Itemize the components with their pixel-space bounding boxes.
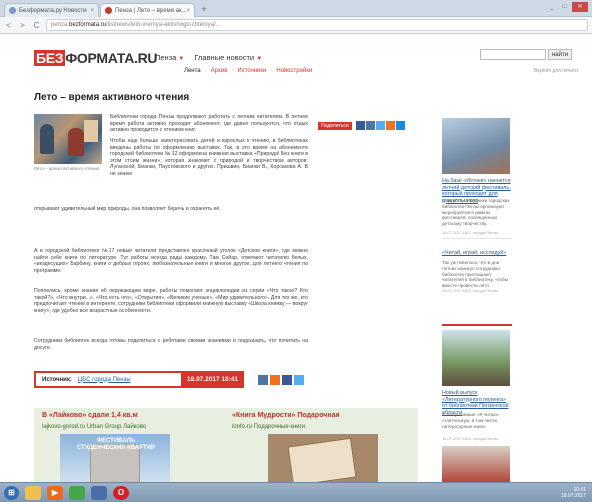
odnoklassniki-icon[interactable]	[385, 121, 395, 130]
logo-be: БЕЗ	[34, 50, 66, 66]
facebook-icon[interactable]	[355, 121, 365, 130]
article-photo[interactable]	[34, 114, 102, 164]
minimize-button[interactable]: _	[546, 2, 557, 12]
ad-banner-text: ФЕСТИВАЛЬ СТУДЕНЧЕСКИХ КВАРТИР	[76, 438, 155, 451]
sidebar-news-date: 18.07.2017 ЦБС города Пензы	[442, 230, 499, 235]
ad-subtitle[interactable]: lajkovo-gorod.ru Urban Group Лайково	[42, 424, 146, 430]
sidebar-news-date: 18.07.2017 ЦБС города Пензы	[442, 436, 499, 441]
favicon-icon	[105, 7, 112, 14]
reload-button[interactable]: C	[32, 21, 41, 30]
twitter-icon[interactable]	[375, 121, 385, 130]
url-field[interactable]: penza.bezformata.ru/listnews/leto-vremya…	[46, 19, 588, 31]
site-logo[interactable]: БЕЗ ФОРМАТА.RU	[34, 50, 158, 66]
article-paragraph: Чтобы еще больше заинтересовать детей и …	[110, 138, 308, 177]
url-domain: bezformata.ru	[69, 22, 107, 28]
city-label: Пенза	[155, 53, 177, 62]
news-thumbnail[interactable]	[442, 446, 510, 482]
mailru-icon[interactable]	[395, 121, 405, 130]
article-paragraph: Библиотеки города Пензы продолжают работ…	[110, 114, 308, 134]
share-bar: Поделиться	[318, 121, 405, 130]
chrome-icon[interactable]	[69, 485, 85, 500]
city-selector[interactable]: Пенза ▼	[155, 53, 184, 62]
url-prefix: penza.	[51, 22, 70, 28]
dropdown-icon: ▼	[256, 56, 263, 62]
sidebar-news-link[interactable]: «Читай, играй, исследуй»	[442, 250, 512, 257]
divider	[442, 238, 512, 239]
tab-close-icon[interactable]: ×	[90, 8, 94, 14]
tab-strip: Безформата.ру Новости × Пенза | Лето – в…	[0, 0, 592, 17]
forward-button[interactable]: >	[18, 21, 27, 30]
media-player-icon[interactable]: ▶	[47, 485, 63, 500]
news-thumbnail[interactable]	[442, 118, 510, 174]
tray-date: 18.07.2017	[560, 493, 586, 499]
main-news-menu[interactable]: Главные новости ▼	[194, 53, 262, 62]
tab-title: Пенза | Лето – время ак...	[115, 7, 187, 14]
source-label: Источник:	[42, 376, 72, 383]
subnav-sep: ·	[231, 68, 234, 74]
ad-subtitle[interactable]: lonfo.ru Подарочные книги	[232, 424, 305, 430]
web-page: БЕЗ ФОРМАТА.RU Пенза ▼ Главные новости ▼ …	[0, 34, 592, 482]
vk-icon[interactable]	[365, 121, 375, 130]
article-paragraph: А в городской библиотеке №17 новые читат…	[34, 248, 308, 274]
sidebar-news-date: 18.07.2017 ЦБС города Пензы	[442, 288, 499, 293]
ads-block: В «Лайково» сдали 1,4 кв.м lajkovo-gorod…	[34, 408, 418, 482]
sidebar-news-desc: В августе сотрудники городских библиотек…	[442, 198, 510, 227]
vk-icon[interactable]	[258, 375, 268, 385]
back-button[interactable]: <	[4, 21, 13, 30]
share-label[interactable]: Поделиться	[318, 121, 352, 130]
facebook-icon[interactable]	[282, 375, 292, 385]
subnav-newbuildings[interactable]: Новостройки	[276, 68, 312, 74]
browser-tab[interactable]: Безформата.ру Новости ×	[4, 3, 99, 17]
explorer-icon[interactable]	[25, 485, 41, 500]
subnav-feed[interactable]: Лента	[184, 68, 201, 74]
new-tab-button[interactable]: +	[198, 4, 210, 15]
twitter-icon[interactable]	[294, 375, 304, 385]
article-paragraph: открывают удивительный мир природы, она …	[34, 206, 221, 212]
close-window-button[interactable]: ✕	[572, 2, 588, 12]
ad-title[interactable]: В «Лайково» сдали 1,4 кв.м	[42, 412, 138, 419]
logo-rest: ФОРМАТА.RU	[65, 50, 158, 66]
subnav-sep: ·	[270, 68, 273, 74]
right-sidebar: На базе «Истоки» начнется летний детский…	[442, 34, 582, 482]
subnav-archive[interactable]: Архив	[211, 68, 228, 74]
city-nav: Пенза ▼ Главные новости ▼	[155, 53, 262, 62]
sidebar-news-desc: В выпускаемые «Я читаю» стоятельную, в т…	[442, 412, 500, 429]
tab-title: Безформата.ру Новости	[19, 7, 87, 14]
browser-tab-active[interactable]: Пенза | Лето – время ак... ×	[100, 3, 195, 17]
photo-caption: Лето – время активного чтения	[34, 166, 100, 171]
article-title: Лето – время активного чтения	[34, 92, 190, 103]
ad-image[interactable]: ФЕСТИВАЛЬ СТУДЕНЧЕСКИХ КВАРТИР	[60, 434, 170, 482]
address-bar-row: < > C penza.bezformata.ru/listnews/leto-…	[0, 17, 592, 34]
news-thumbnail[interactable]	[442, 330, 510, 386]
subnav-sep: ·	[204, 68, 207, 74]
odnoklassniki-icon[interactable]	[270, 375, 280, 385]
system-tray[interactable]: 10:41 18.07.2017	[561, 487, 586, 499]
url-path: /listnews/leto-vremya-aktivnogo-chteniya…	[106, 22, 221, 28]
sidebar-news-desc: Так уж повелось, что в дни летних канику…	[442, 260, 509, 289]
maximize-button[interactable]: □	[559, 2, 570, 12]
source-box: Источник: ЦБС города Пензы 18.07.2017 10…	[34, 371, 244, 388]
sub-navigation: Лента · Архив · Источники · Новостройки	[184, 68, 312, 74]
opera-icon[interactable]: O	[113, 485, 129, 500]
share-bottom	[258, 375, 304, 385]
article-paragraph: Поплелись, кроме знания об окружающем ми…	[34, 288, 308, 314]
ad-title[interactable]: «Книга Мудрости» Подарочная	[232, 412, 340, 419]
start-icon[interactable]: ⊞	[4, 485, 19, 500]
taskbar: ⊞ ▶ O 10:41 18.07.2017	[0, 482, 592, 502]
article-paragraph: Сотрудники библиотек всегда готовы подел…	[34, 338, 308, 351]
source-link[interactable]: ЦБС города Пензы	[78, 377, 131, 383]
divider	[442, 324, 512, 326]
tab-close-icon[interactable]: ×	[187, 8, 191, 14]
dropdown-icon: ▼	[178, 56, 185, 62]
subnav-sources[interactable]: Источники	[237, 68, 266, 74]
favicon-icon	[9, 7, 16, 14]
app-icon[interactable]	[91, 485, 107, 500]
publish-datetime: 18.07.2017 10:41	[181, 371, 244, 388]
ad-image[interactable]	[268, 434, 378, 482]
window-controls: _ □ ✕	[546, 2, 588, 12]
main-news-label: Главные новости	[194, 53, 255, 62]
